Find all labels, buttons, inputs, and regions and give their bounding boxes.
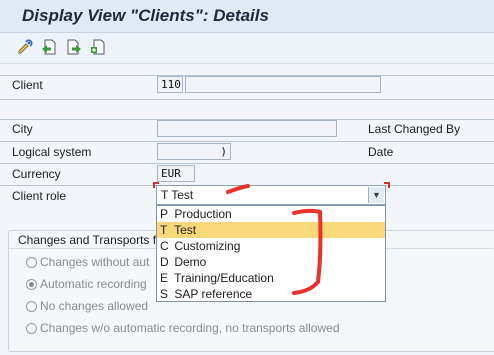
divider — [0, 141, 494, 142]
divider — [0, 163, 494, 164]
last-changed-by-label: Last Changed By — [368, 122, 461, 136]
logical-system-field[interactable]: ) — [157, 143, 231, 160]
client-name-field[interactable] — [185, 76, 381, 93]
display-change-icon[interactable] — [16, 38, 34, 56]
client-role-value: T Test — [161, 188, 194, 202]
client-role-label: Client role — [12, 189, 67, 203]
radio-label: Automatic recording — [40, 277, 147, 291]
radio-option[interactable]: Changes without aut — [26, 255, 149, 269]
dropdown-option[interactable]: C Customizing — [157, 238, 385, 254]
focus-corner — [384, 182, 390, 188]
client-role-select[interactable]: T Test ▼ — [156, 185, 386, 205]
radio-label: Changes w/o automatic recording, no tran… — [40, 321, 340, 335]
group-title: Changes and Transports f — [18, 233, 157, 247]
logical-system-label: Logical system — [12, 145, 92, 159]
radio-icon[interactable] — [26, 300, 37, 312]
dropdown-option[interactable]: T Test — [157, 222, 385, 238]
radio-icon[interactable] — [26, 322, 37, 334]
currency-label: Currency — [12, 167, 61, 181]
client-field[interactable]: 110 — [157, 76, 183, 93]
city-field[interactable] — [157, 120, 337, 137]
radio-option[interactable]: Automatic recording — [26, 277, 147, 291]
page-title: Display View "Clients": Details — [22, 6, 269, 25]
city-label: City — [12, 122, 33, 136]
dropdown-option[interactable]: E Training/Education — [157, 270, 385, 286]
dropdown-option[interactable]: S SAP reference — [157, 286, 385, 302]
radio-option[interactable]: No changes allowed — [26, 299, 148, 313]
radio-label: Changes without aut — [40, 255, 150, 269]
currency-field[interactable]: EUR — [157, 165, 195, 182]
radio-option[interactable]: Changes w/o automatic recording, no tran… — [26, 321, 340, 335]
radio-label: No changes allowed — [40, 299, 149, 313]
radio-icon[interactable] — [26, 278, 37, 290]
chevron-down-icon[interactable]: ▼ — [368, 187, 384, 203]
client-role-dropdown: P Production T Test C Customizing D Demo… — [156, 205, 386, 302]
next-entry-icon[interactable] — [65, 38, 83, 56]
radio-icon[interactable] — [26, 256, 37, 268]
focus-corner — [153, 182, 159, 188]
divider — [0, 99, 494, 100]
title-bar: Display View "Clients": Details — [0, 0, 494, 33]
previous-entry-icon[interactable] — [40, 38, 58, 56]
client-label: Client — [12, 78, 43, 92]
other-entry-icon[interactable] — [89, 38, 107, 56]
dropdown-option[interactable]: P Production — [157, 206, 385, 222]
toolbar — [0, 33, 494, 64]
date-label: Date — [368, 145, 394, 159]
dropdown-option[interactable]: D Demo — [157, 254, 385, 270]
